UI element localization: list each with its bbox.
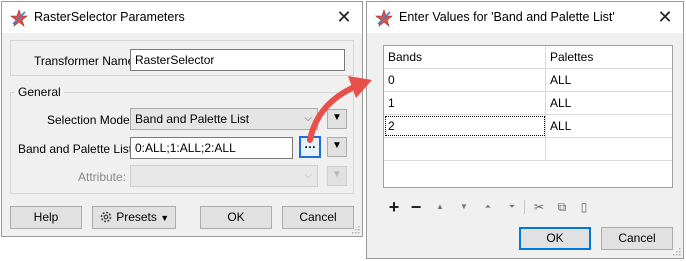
fme-logo-icon — [375, 9, 393, 27]
palettes-cell[interactable]: ALL — [546, 92, 672, 114]
table-row[interactable]: 2 ALL — [384, 115, 672, 138]
ellipsis-icon[interactable]: … — [299, 136, 321, 158]
column-header-palettes[interactable]: Palettes — [546, 46, 672, 68]
attribute-menu-button[interactable]: ▼ — [327, 166, 347, 186]
selection-mode-menu-button[interactable]: ▼ — [327, 109, 347, 129]
title-bar[interactable]: Enter Values for 'Band and Palette List'… — [367, 2, 683, 33]
attribute-label: Attribute: — [78, 170, 127, 184]
toolbar-separator — [524, 200, 525, 214]
dialog-title: RasterSelector Parameters — [34, 10, 185, 24]
move-up-icon[interactable]: ▲ — [431, 198, 449, 216]
bands-cell[interactable]: 0 — [384, 69, 546, 91]
column-header-bands[interactable]: Bands — [384, 46, 546, 68]
paste-icon[interactable]: ▯ — [575, 198, 593, 216]
selection-mode-label: Selection Mode: — [47, 113, 134, 127]
remove-icon[interactable]: − — [407, 198, 425, 216]
move-to-bottom-icon[interactable]: ⏷ — [503, 198, 521, 216]
gear-icon — [100, 211, 112, 223]
presets-label: Presets — [116, 210, 157, 224]
close-icon[interactable]: ✕ — [334, 7, 354, 27]
help-button[interactable]: Help — [10, 206, 82, 229]
raster-selector-dialog: RasterSelector Parameters ✕ Transformer … — [1, 1, 363, 237]
palettes-cell[interactable]: ALL — [546, 69, 672, 91]
add-icon[interactable]: + — [385, 198, 403, 216]
chevron-down-icon: ▼ — [160, 213, 170, 223]
table-row[interactable]: 1 ALL — [384, 92, 672, 115]
bands-cell[interactable]: 2 — [384, 115, 546, 137]
palettes-cell[interactable]: ALL — [546, 115, 672, 137]
copy-icon[interactable]: ⧉ — [553, 198, 571, 216]
chevron-down-icon: ⌵ — [304, 170, 312, 181]
move-to-top-icon[interactable]: ⏶ — [479, 198, 497, 216]
chevron-down-icon: ⌵ — [304, 113, 312, 124]
ok-button[interactable]: OK — [519, 227, 591, 250]
dialog-title: Enter Values for 'Band and Palette List' — [399, 10, 615, 24]
bands-cell[interactable]: 1 — [384, 92, 546, 114]
band-palette-input[interactable]: 0:ALL;1:ALL;2:ALL — [130, 137, 293, 159]
bands-cell[interactable] — [384, 138, 546, 160]
table-row[interactable] — [384, 138, 672, 161]
palettes-cell[interactable] — [546, 138, 672, 160]
resize-grip-icon[interactable] — [671, 246, 681, 256]
close-icon[interactable]: ✕ — [655, 7, 675, 27]
cancel-button[interactable]: Cancel — [282, 206, 354, 229]
fme-logo-icon — [10, 9, 28, 27]
resize-grip-icon[interactable] — [350, 224, 360, 234]
values-grid: Bands Palettes 0 ALL 1 ALL 2 ALL — [383, 45, 673, 188]
band-palette-menu-button[interactable]: ▼ — [327, 137, 347, 157]
cancel-button[interactable]: Cancel — [601, 227, 673, 250]
ok-button[interactable]: OK — [200, 206, 272, 229]
grid-header-row: Bands Palettes — [384, 46, 672, 69]
transformer-name-input[interactable]: RasterSelector — [130, 49, 345, 71]
selection-mode-value: Band and Palette List — [135, 112, 250, 126]
attribute-dropdown[interactable]: ⌵ — [130, 165, 318, 187]
presets-button[interactable]: Presets ▼ — [92, 206, 176, 229]
table-row[interactable]: 0 ALL — [384, 69, 672, 92]
enter-values-dialog: Enter Values for 'Band and Palette List'… — [366, 1, 684, 259]
band-palette-label: Band and Palette List: — [18, 142, 136, 156]
title-bar[interactable]: RasterSelector Parameters ✕ — [2, 2, 362, 33]
selection-mode-dropdown[interactable]: Band and Palette List ⌵ — [130, 108, 318, 130]
move-down-icon[interactable]: ▼ — [455, 198, 473, 216]
general-group-title: General — [15, 85, 64, 99]
transformer-name-label: Transformer Name: — [34, 54, 138, 68]
cut-icon[interactable]: ✂ — [530, 198, 548, 216]
